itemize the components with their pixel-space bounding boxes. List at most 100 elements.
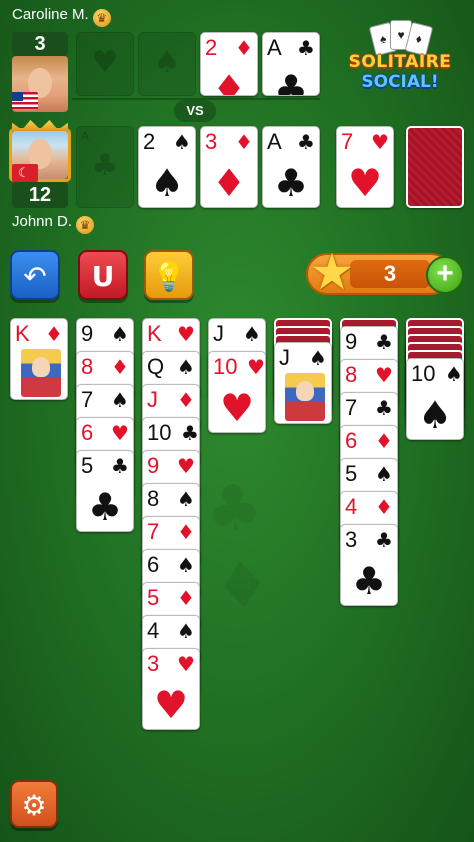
us-flag-icon <box>12 92 38 110</box>
star-icon: ★ <box>309 243 355 301</box>
foundation-slot[interactable]: ♠ <box>138 32 196 96</box>
magnet-icon: U <box>91 260 115 293</box>
spade-icon: ♠ <box>153 45 181 80</box>
spade-icon: ♠ <box>375 462 393 486</box>
card-rank: 9 <box>81 321 94 346</box>
solitaire-social-logo: ♠ ♥ ♦ SOLITAIRE SOCIAL! <box>338 18 462 98</box>
card-rank: 10 <box>147 420 172 445</box>
club-icon: ♣ <box>111 454 129 478</box>
playing-card[interactable]: 3 ♥ ♥ <box>142 648 200 730</box>
face-card-art <box>285 373 325 421</box>
hint-button[interactable]: 💡 <box>144 250 194 300</box>
player-score: 12 <box>12 182 68 208</box>
heart-icon: ♥ <box>111 421 129 445</box>
club-icon: ♣ <box>375 528 393 552</box>
card-rank: J <box>213 321 224 346</box>
spade-icon: ♠ <box>111 388 129 412</box>
stock-pile[interactable] <box>406 126 464 208</box>
spade-icon: ♠ <box>177 355 195 379</box>
card-rank: 10 <box>213 354 238 379</box>
heart-icon: ♥ <box>91 45 119 80</box>
undo-button[interactable]: ↶ <box>10 250 60 300</box>
turkey-flag-icon <box>12 164 38 182</box>
heart-icon: ♥ <box>247 355 265 379</box>
opponent-name: Caroline M. <box>12 6 89 23</box>
logo-line1: SOLITAIRE <box>348 52 452 72</box>
club-icon: ♣ <box>297 130 315 154</box>
card-rank: 7 <box>341 129 354 154</box>
face-card-art <box>21 349 61 397</box>
playing-card[interactable]: 2 ♦ ♦ <box>200 32 258 96</box>
card-rank: 10 <box>411 361 436 386</box>
card-rank: 9 <box>147 453 160 478</box>
foundation-slot[interactable]: A ♣ <box>76 126 134 208</box>
playing-card[interactable]: J ♠ <box>274 342 332 424</box>
playing-card[interactable]: 5 ♣ ♣ <box>76 450 134 532</box>
card-rank: 6 <box>345 428 358 453</box>
card-rank: 6 <box>147 552 160 577</box>
card-rank: 9 <box>345 329 358 354</box>
opponent-name-row: Caroline M. ♛ <box>12 6 111 27</box>
playing-card[interactable]: 2 ♠ ♠ <box>138 126 196 208</box>
club-icon: ♣ <box>87 485 123 529</box>
spade-icon: ♠ <box>149 161 185 205</box>
spade-icon: ♠ <box>417 393 453 437</box>
card-rank: J <box>147 387 158 412</box>
add-stars-button[interactable]: + <box>426 256 464 294</box>
magnet-button[interactable]: U <box>78 250 128 300</box>
settings-button[interactable]: ⚙ <box>10 780 58 828</box>
playing-card[interactable]: 7 ♥ ♥ <box>336 126 394 208</box>
diamond-icon: ♦ <box>177 388 195 412</box>
star-count: 3 <box>383 261 397 286</box>
club-icon: ♣ <box>351 559 387 603</box>
heart-icon: ♥ <box>219 386 255 430</box>
card-rank: A <box>267 129 282 154</box>
opponent-score: 3 <box>12 32 68 56</box>
diamond-icon: ♦ <box>177 586 195 610</box>
gear-icon: ⚙ <box>21 789 47 822</box>
heart-icon: ♥ <box>177 322 195 346</box>
card-rank: 4 <box>345 494 358 519</box>
card-rank: 8 <box>81 354 94 379</box>
heart-icon: ♥ <box>177 652 195 676</box>
heart-icon: ♥ <box>371 130 389 154</box>
card-rank: A <box>267 35 282 60</box>
spade-icon: ♠ <box>177 619 195 643</box>
card-rank: K <box>15 321 30 346</box>
spade-icon: ♠ <box>445 362 463 386</box>
club-icon: ♣ <box>297 36 315 60</box>
playing-card[interactable]: A ♣ ♣ <box>262 32 320 96</box>
logo-line2: SOCIAL! <box>361 72 439 92</box>
card-rank: 3 <box>345 527 358 552</box>
playing-card[interactable]: 10 ♠ ♠ <box>406 358 464 440</box>
crown-icon: ♛ <box>92 9 111 27</box>
card-rank: 7 <box>345 395 358 420</box>
playing-card[interactable]: 10 ♥ ♥ <box>208 351 266 433</box>
club-icon: ♣ <box>375 330 393 354</box>
card-rank: 7 <box>81 387 94 412</box>
lightbulb-icon: 💡 <box>151 260 187 293</box>
card-rank: 8 <box>147 486 160 511</box>
diamond-icon: ♦ <box>375 495 393 519</box>
club-icon: ♣ <box>273 67 309 96</box>
card-rank: 3 <box>147 651 160 676</box>
undo-icon: ↶ <box>23 260 47 293</box>
foundation-slot[interactable]: ♥ <box>76 32 134 96</box>
card-rank: 5 <box>345 461 358 486</box>
diamond-icon: ♦ <box>45 322 63 346</box>
diamond-icon: ♦ <box>211 161 247 205</box>
card-rank: 8 <box>345 362 358 387</box>
card-rank: 6 <box>81 420 94 445</box>
card-rank: K <box>147 321 162 346</box>
playing-card[interactable]: 3 ♣ ♣ <box>340 524 398 606</box>
diamond-icon: ♦ <box>235 36 253 60</box>
playing-card[interactable]: K ♦ <box>10 318 68 400</box>
playing-card[interactable]: 3 ♦ ♦ <box>200 126 258 208</box>
player-name: Johnn D. <box>12 213 73 230</box>
playing-card[interactable]: A ♣ ♣ <box>262 126 320 208</box>
heart-icon: ♥ <box>347 161 383 205</box>
crown-icon: ♛ <box>76 216 95 234</box>
diamond-icon: ♦ <box>111 355 129 379</box>
card-rank: 2 <box>205 35 218 60</box>
club-icon: ♣ <box>273 161 309 205</box>
